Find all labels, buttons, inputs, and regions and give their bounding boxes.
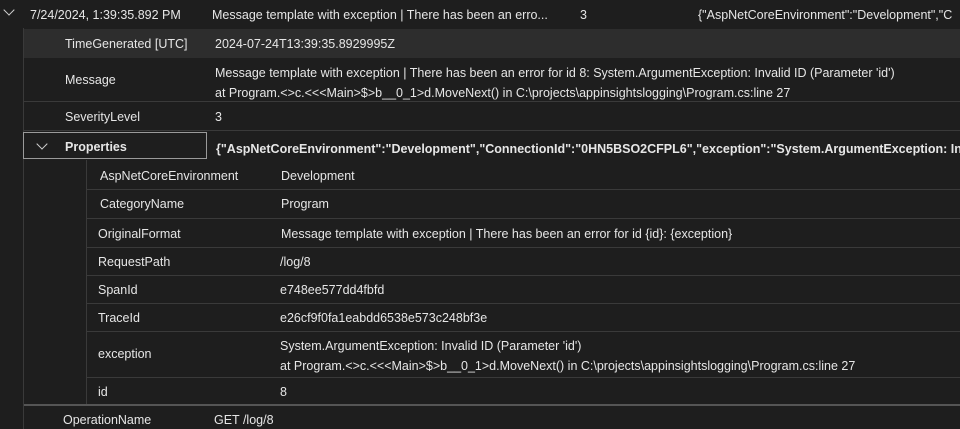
field-value-message-line2: at Program.<>c.<<<Main>$>b__0_1>d.MoveNe… (215, 86, 791, 100)
row-divider (86, 247, 960, 248)
field-value-message-line1: Message template with exception | There … (215, 66, 895, 80)
row-properties: {"AspNetCoreEnvironment":"Development","… (698, 8, 953, 22)
prop-value-id: 8 (280, 385, 287, 399)
field-value-properties: {"AspNetCoreEnvironment":"Development","… (216, 142, 960, 156)
prop-key-id: id (98, 385, 108, 399)
prop-key-env: AspNetCoreEnvironment (100, 169, 239, 183)
row-divider (86, 377, 960, 378)
field-value-time-generated: 2024-07-24T13:39:35.8929995Z (215, 37, 396, 51)
field-label-operation-name: OperationName (63, 413, 152, 427)
field-label-message: Message (65, 73, 116, 87)
prop-key-exception: exception (98, 347, 152, 361)
prop-value-request-path: /log/8 (280, 255, 311, 269)
row-message: Message template with exception | There … (212, 8, 548, 22)
prop-value-original-format: Message template with exception | There … (281, 227, 733, 241)
row-divider (86, 331, 960, 332)
prop-key-span-id: SpanId (98, 283, 138, 297)
row-severity: 3 (580, 8, 587, 22)
row-divider (86, 275, 960, 276)
section-divider (24, 404, 960, 406)
row-divider (24, 130, 960, 131)
indent-guide (23, 28, 24, 429)
row-divider (24, 101, 960, 102)
prop-key-original-format: OriginalFormat (98, 227, 181, 241)
field-label-properties: Properties (65, 140, 127, 154)
field-label-severity: SeverityLevel (65, 110, 141, 124)
prop-key-category: CategoryName (100, 197, 185, 211)
prop-value-category: Program (281, 197, 329, 211)
chevron-down-icon[interactable] (3, 4, 15, 16)
row-divider (86, 303, 960, 304)
field-label-time-generated: TimeGenerated [UTC] (65, 37, 188, 51)
row-divider (86, 218, 960, 219)
row-timestamp: 7/24/2024, 1:39:35.892 PM (30, 8, 181, 22)
field-value-operation-name: GET /log/8 (214, 413, 274, 427)
row-divider (86, 189, 960, 190)
prop-key-trace-id: TraceId (98, 311, 140, 325)
prop-key-request-path: RequestPath (98, 255, 171, 269)
nested-indent-guide (86, 160, 87, 404)
prop-value-env: Development (281, 169, 355, 183)
prop-value-span-id: e748ee577dd4fbfd (280, 283, 385, 297)
result-row-header[interactable]: 7/24/2024, 1:39:35.892 PM Message templa… (0, 0, 960, 28)
prop-value-exception-line2: at Program.<>c.<<<Main>$>b__0_1>d.MoveNe… (280, 359, 856, 373)
field-value-severity: 3 (215, 110, 222, 124)
prop-value-exception-line1: System.ArgumentException: Invalid ID (Pa… (280, 339, 582, 353)
prop-value-trace-id: e26cf9f0fa1eabdd6538e573c248bf3e (280, 311, 488, 325)
